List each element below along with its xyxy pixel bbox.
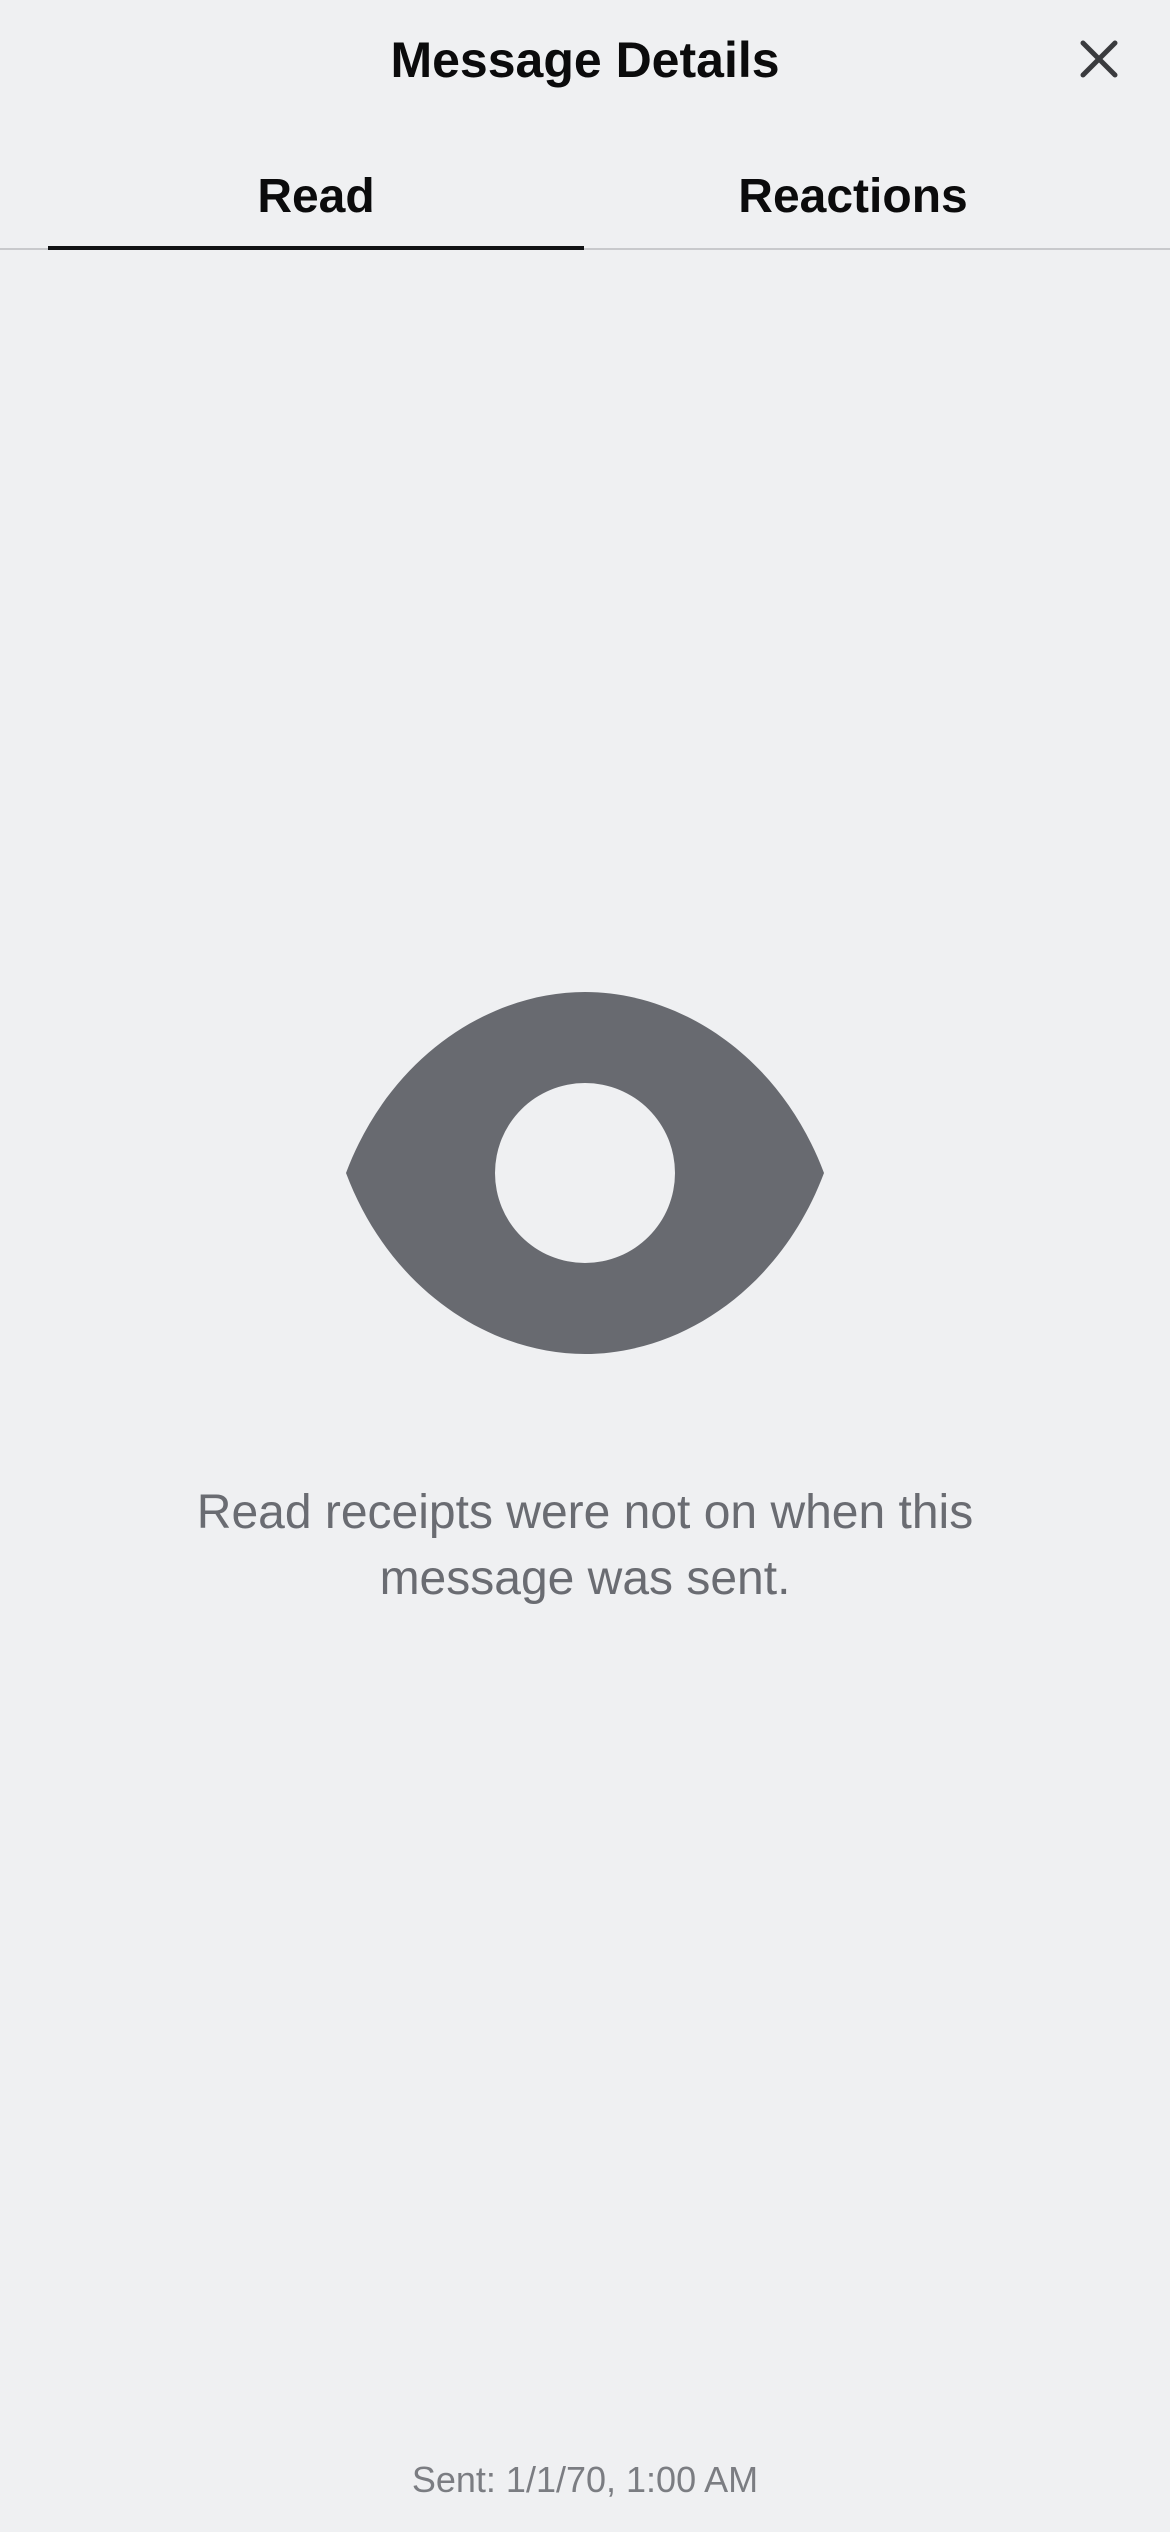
page-title: Message Details — [390, 32, 780, 88]
read-receipts-message: Read receipts were not on when this mess… — [196, 1486, 974, 1605]
sent-timestamp: Sent: 1/1/70, 1:00 AM — [411, 2459, 759, 2500]
eye-icon — [344, 990, 826, 1356]
close-button[interactable] — [1066, 26, 1132, 92]
tab-reactions[interactable]: Reactions — [584, 150, 1122, 250]
header-bar: Message Details — [0, 0, 1170, 124]
tab-bar: Read Reactions — [0, 150, 1170, 250]
close-icon — [1080, 40, 1118, 78]
tab-read[interactable]: Read — [48, 150, 584, 250]
selected-tab-indicator — [48, 246, 584, 250]
